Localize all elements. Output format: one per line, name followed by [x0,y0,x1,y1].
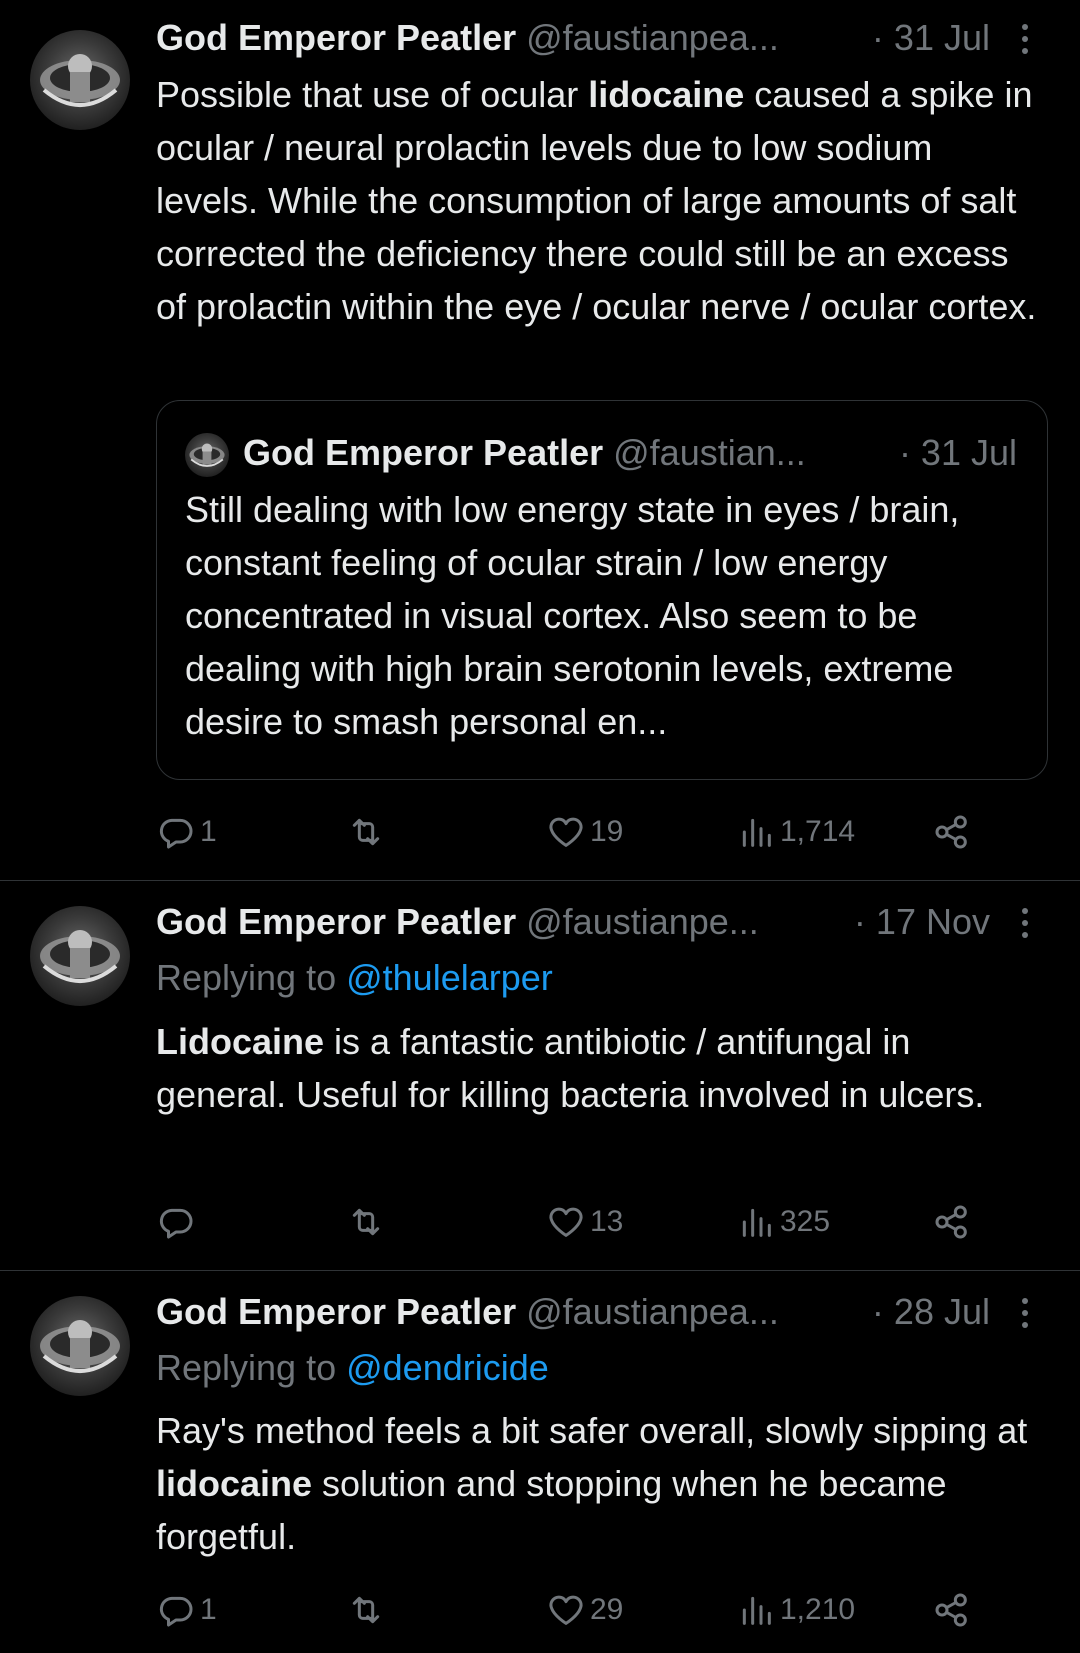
date-text: 28 Jul [893,1291,990,1332]
body-highlight: lidocaine [588,74,745,115]
user-handle[interactable]: @faustianpea... [526,17,779,58]
avatar[interactable] [30,906,130,1006]
share-button[interactable] [932,810,972,854]
tweet-header: God Emperor Peatler @faustianpea... · 31… [156,18,1040,58]
retweet-button[interactable] [346,1200,390,1244]
reply-button[interactable]: 1 [156,810,217,854]
more-icon[interactable] [1010,18,1040,58]
share-button[interactable] [932,1200,972,1244]
avatar[interactable] [30,1296,130,1396]
like-count: 19 [590,815,624,848]
tweet-body: Lidocaine is a fantastic antibiotic / an… [156,1015,1040,1121]
tweet-divider [0,1270,1080,1271]
like-count: 29 [590,1593,624,1626]
heart-icon [549,817,583,847]
user-handle[interactable]: @faustianpe... [526,901,759,942]
avatar-statue-image [40,1320,120,1373]
tweet-date[interactable]: · 28 Jul [872,1292,990,1332]
quote-header: God Emperor Peatler @faustian... · 31 Ju… [185,432,1017,477]
quote-avatar [185,433,229,477]
like-count: 13 [590,1205,624,1238]
quote-user-handle: @faustian... [613,432,806,473]
views-icon [742,1596,771,1625]
display-name[interactable]: God Emperor Peatler [156,17,516,58]
views-button[interactable]: 1,714 [736,810,855,854]
date-text: 17 Nov [875,901,990,942]
retweet-icon [352,1596,380,1624]
user-handle[interactable]: @faustianpea... [526,1291,779,1332]
quoted-tweet[interactable]: God Emperor Peatler @faustian... · 31 Ju… [156,400,1048,780]
avatar-statue-image [40,930,120,983]
body-text: Ray's method feels a bit safer overall, … [156,1410,1028,1451]
replying-to-label: Replying to [156,1347,347,1388]
tweet-actions: 1 19 1,714 [156,810,1036,854]
body-text: Possible that use of ocular [156,74,589,115]
mention-link[interactable]: @dendricide [346,1347,549,1388]
date-separator: · [871,1291,884,1332]
quote-display-name: God Emperor Peatler [243,432,604,473]
avatar[interactable] [30,30,130,130]
date-text: 31 Jul [893,17,990,58]
views-count: 1,210 [780,1593,856,1626]
avatar-statue-image [189,443,225,467]
views-icon [742,1208,771,1237]
share-icon [935,1205,967,1239]
retweet-icon [352,1208,380,1236]
reply-icon [159,818,193,849]
date-separator: · [853,901,866,942]
more-icon[interactable] [1010,1292,1040,1332]
replying-to-label: Replying to [156,957,347,998]
reply-icon [159,1208,193,1239]
heart-icon [549,1595,583,1625]
share-button[interactable] [932,1588,972,1632]
views-button[interactable]: 1,210 [736,1588,855,1632]
share-icon [935,1593,967,1627]
retweet-button[interactable] [346,810,390,854]
replying-to: Replying to @thulelarper [156,958,553,998]
views-button[interactable]: 325 [736,1200,830,1244]
quote-body: Still dealing with low energy state in e… [185,489,960,742]
share-icon [935,815,967,849]
tweet-actions: 13 325 [156,1200,1036,1244]
display-name[interactable]: God Emperor Peatler [156,901,516,942]
body-highlight: Lidocaine [156,1021,325,1062]
display-name[interactable]: God Emperor Peatler [156,1291,516,1332]
retweet-button[interactable] [346,1588,390,1632]
like-button[interactable]: 19 [546,810,623,854]
like-button[interactable]: 13 [546,1200,623,1244]
views-icon [742,818,771,847]
reply-button[interactable]: 1 [156,1588,217,1632]
retweet-icon [352,818,380,846]
tweet-body: Ray's method feels a bit safer overall, … [156,1404,1040,1563]
reply-count: 1 [200,815,217,848]
date-separator: · [871,17,884,58]
tweet-actions: 1 29 1,210 [156,1588,1036,1632]
reply-icon [159,1596,193,1627]
body-highlight: lidocaine [156,1463,313,1504]
quote-date: · 31 Jul [898,432,1017,473]
tweet-divider [0,880,1080,881]
like-button[interactable]: 29 [546,1588,623,1632]
tweet-header: God Emperor Peatler @faustianpea... · 28… [156,1292,1040,1332]
tweet-date[interactable]: · 17 Nov [854,902,990,942]
tweet-date[interactable]: · 31 Jul [872,18,990,58]
mention-link[interactable]: @thulelarper [346,957,553,998]
more-icon[interactable] [1010,902,1040,942]
reply-count: 1 [200,1593,217,1626]
views-count: 1,714 [780,815,856,848]
tweet-header: God Emperor Peatler @faustianpe... · 17 … [156,902,1040,942]
reply-button[interactable] [156,1200,200,1244]
heart-icon [549,1207,583,1237]
avatar-statue-image [40,54,120,107]
tweet-body: Possible that use of ocular lidocaine ca… [156,68,1040,333]
views-count: 325 [780,1205,831,1238]
replying-to: Replying to @dendricide [156,1348,549,1388]
